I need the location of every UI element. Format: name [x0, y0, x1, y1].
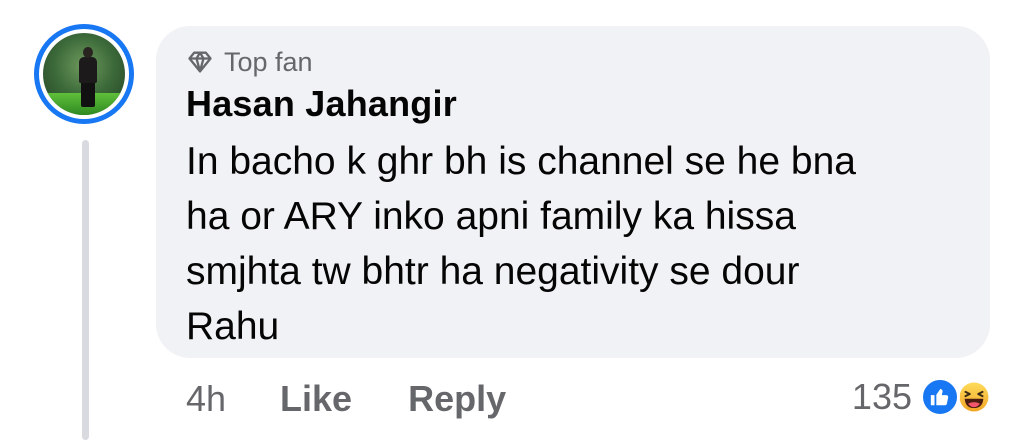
avatar[interactable] — [34, 24, 134, 124]
thread-line — [82, 140, 89, 440]
reaction-count: 135 — [851, 376, 912, 417]
like-button[interactable]: Like — [280, 378, 352, 420]
reaction-summary[interactable]: 135 — [852, 372, 994, 422]
comment-line: In bacho k ghr bh is channel se he bna — [186, 140, 856, 183]
timestamp[interactable]: 4h — [186, 378, 226, 420]
badge-label: Top fan — [224, 46, 313, 77]
avatar-photo — [43, 33, 125, 115]
reply-button[interactable]: Reply — [408, 378, 506, 420]
top-fan-badge: Top fan — [186, 44, 313, 80]
author-name[interactable]: Hasan Jahangir — [186, 83, 457, 125]
like-reaction-icon — [920, 377, 960, 417]
comment-line: ha or ARY inko apni family ka hissa — [186, 195, 796, 238]
comment-text: In bacho k ghr bh is channel se he bna h… — [186, 134, 966, 354]
comment-line: smjhta tw bhtr ha negativity se dour — [186, 250, 800, 293]
comment-actions: 4h Like Reply — [186, 374, 506, 424]
comment-line: Rahu — [186, 305, 280, 348]
diamond-icon — [186, 48, 214, 76]
haha-reaction-icon — [954, 377, 994, 417]
